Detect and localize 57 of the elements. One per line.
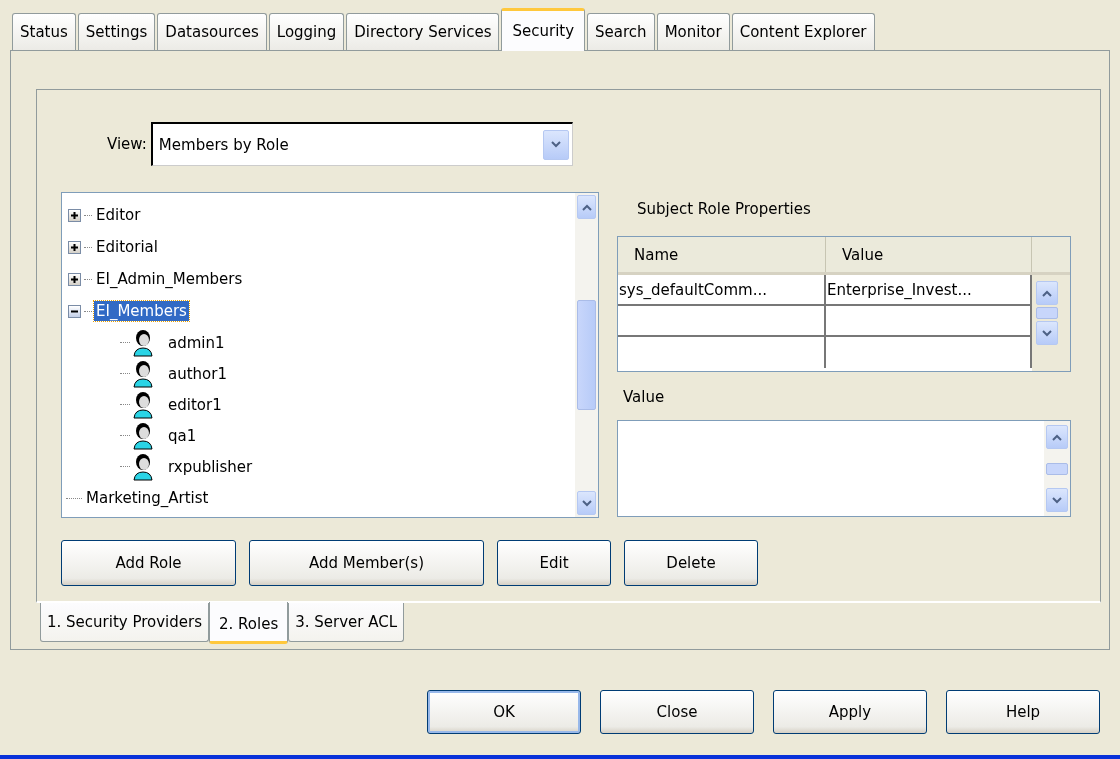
- dialog-button[interactable]: Apply: [773, 690, 927, 734]
- properties-title: Subject Role Properties: [637, 200, 812, 220]
- value-field[interactable]: [617, 420, 1071, 517]
- tree-item[interactable]: author1: [166, 363, 229, 384]
- tree-item[interactable]: Editor: [94, 205, 143, 225]
- scroll-thumb[interactable]: [1046, 462, 1068, 475]
- user-icon: [132, 390, 154, 419]
- tree-item[interactable]: admin1: [166, 332, 227, 353]
- dialog-button[interactable]: Close: [600, 690, 754, 734]
- column-header[interactable]: Name: [618, 237, 826, 272]
- tab[interactable]: Security: [501, 8, 586, 51]
- scroll-down-icon[interactable]: [1036, 321, 1058, 345]
- tree-item[interactable]: Marketing_Artist: [84, 488, 211, 508]
- table-cell: Enterprise_Invest...: [826, 275, 1032, 304]
- scroll-up-icon[interactable]: [1036, 281, 1058, 305]
- tab[interactable]: 3. Server ACL: [288, 603, 405, 642]
- column-header[interactable]: Value: [826, 237, 1032, 272]
- tree-item[interactable]: editor1: [166, 394, 224, 415]
- tab[interactable]: Status: [12, 13, 76, 50]
- tab[interactable]: Search: [587, 13, 655, 50]
- tab[interactable]: Settings: [77, 13, 156, 50]
- tab[interactable]: Logging: [268, 13, 345, 50]
- view-dropdown[interactable]: Members by Role: [150, 122, 573, 166]
- tab[interactable]: Datasources: [157, 13, 267, 50]
- action-button[interactable]: Add Member(s): [249, 540, 484, 586]
- scroll-up-icon[interactable]: [577, 195, 596, 219]
- scroll-up-icon[interactable]: [1046, 425, 1068, 449]
- action-button[interactable]: Add Role: [61, 540, 236, 586]
- scroll-down-icon[interactable]: [1046, 488, 1068, 512]
- scroll-thumb[interactable]: [1036, 307, 1058, 319]
- expand-icon[interactable]: [68, 272, 81, 286]
- user-icon: [132, 421, 154, 450]
- action-button[interactable]: Delete: [624, 540, 758, 586]
- tab[interactable]: 2. Roles: [209, 602, 289, 644]
- expand-icon[interactable]: [68, 208, 81, 222]
- user-icon: [132, 452, 154, 481]
- dialog-button[interactable]: Help: [946, 690, 1100, 734]
- scrollbar[interactable]: [575, 193, 598, 517]
- expand-icon[interactable]: [68, 240, 81, 254]
- user-icon: [132, 328, 154, 357]
- tree-item[interactable]: qa1: [166, 425, 199, 446]
- view-label: View:: [107, 135, 147, 153]
- tree-item[interactable]: EI_Members: [94, 301, 189, 321]
- user-icon: [132, 359, 154, 388]
- value-label: Value: [623, 388, 666, 408]
- table-cell: sys_defaultComm...: [618, 275, 826, 304]
- tab[interactable]: 1. Security Providers: [40, 603, 210, 642]
- scroll-down-icon[interactable]: [577, 491, 596, 515]
- tree-item[interactable]: rxpublisher: [166, 456, 255, 477]
- action-button[interactable]: Edit: [497, 540, 611, 586]
- tab[interactable]: Directory Services: [346, 13, 500, 50]
- tab[interactable]: Content Explorer: [731, 13, 875, 50]
- collapse-icon[interactable]: [68, 304, 81, 318]
- tab[interactable]: Monitor: [656, 13, 730, 50]
- tree-item[interactable]: Editorial: [94, 237, 160, 257]
- dialog-button[interactable]: OK: [427, 690, 581, 734]
- tree-item[interactable]: EI_Admin_Members: [94, 269, 245, 289]
